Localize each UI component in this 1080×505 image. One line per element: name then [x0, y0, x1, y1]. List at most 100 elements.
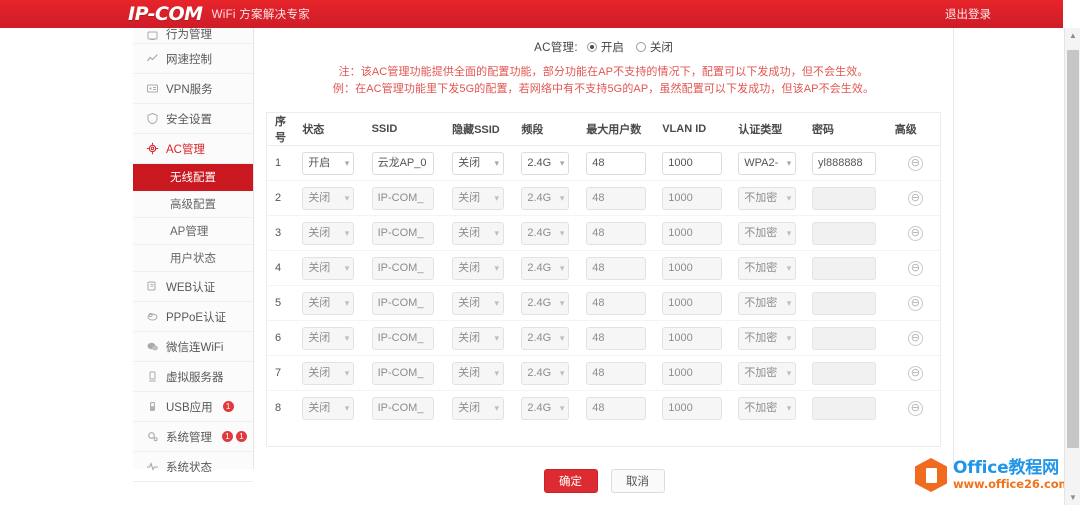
hide-ssid-select[interactable]: 关闭 ▾ [452, 326, 505, 350]
band-select[interactable]: 2.4G ▾ [521, 326, 570, 350]
password-input[interactable] [812, 326, 877, 350]
confirm-button[interactable]: 确定 [543, 469, 598, 493]
vertical-scrollbar[interactable]: ▲ ▼ [1064, 28, 1080, 505]
table-row: 8 关闭 ▾ IP-COM_ 关闭 ▾ 2.4G ▾ 48 1000 不加密 ▾ ⊖ [267, 391, 940, 426]
sidebar-subitem-ap-management[interactable]: AP管理 [133, 218, 253, 245]
max-users-input[interactable]: 48 [586, 221, 647, 245]
auth-type-select[interactable]: 不加密 ▾ [738, 186, 797, 210]
state-select[interactable]: 关闭 ▾ [302, 326, 355, 350]
band-select[interactable]: 2.4G ▾ [521, 361, 570, 385]
sidebar-item-speed-control[interactable]: 网速控制 [133, 44, 253, 74]
ssid-input[interactable]: IP-COM_ [371, 326, 434, 350]
vlan-id-input[interactable]: 1000 [662, 186, 723, 210]
advanced-toggle-icon[interactable]: ⊖ [907, 260, 923, 276]
sidebar-subitem-wireless-config[interactable]: 无线配置 [133, 164, 253, 191]
password-input[interactable] [812, 221, 877, 245]
th-band: 频段 [517, 113, 583, 146]
sidebar-item-ac-management[interactable]: AC管理 [133, 134, 253, 164]
state-select[interactable]: 关闭 ▾ [302, 221, 355, 245]
auth-type-select[interactable]: 不加密 ▾ [738, 221, 797, 245]
sidebar-subitem-advanced-config[interactable]: 高级配置 [133, 191, 253, 218]
ssid-input[interactable]: IP-COM_ [371, 221, 434, 245]
password-input[interactable] [812, 256, 877, 280]
max-users-input[interactable]: 48 [586, 361, 647, 385]
ssid-input[interactable]: IP-COM_ [371, 361, 434, 385]
sidebar-item-web-auth[interactable]: WEB认证 [133, 272, 253, 302]
band-select[interactable]: 2.4G ▾ [521, 396, 570, 420]
band-select[interactable]: 2.4G ▾ [521, 291, 570, 315]
sidebar-item-pppoe-auth[interactable]: PPPoE认证 [133, 302, 253, 332]
radio-enable[interactable]: 开启 [586, 39, 624, 55]
max-users-input[interactable]: 48 [586, 326, 647, 350]
max-users-input[interactable]: 48 [586, 151, 647, 175]
ssid-input[interactable]: IP-COM_ [371, 186, 434, 210]
sidebar-item-usb[interactable]: USB应用 1 [133, 392, 253, 422]
band-select[interactable]: 2.4G ▾ [521, 256, 570, 280]
vlan-id-input[interactable]: 1000 [662, 326, 723, 350]
state-select[interactable]: 关闭 ▾ [302, 396, 355, 420]
password-input[interactable]: yl888888 [812, 151, 877, 175]
vlan-id-input[interactable]: 1000 [662, 256, 723, 280]
advanced-toggle-icon[interactable]: ⊖ [907, 330, 923, 346]
hide-ssid-select[interactable]: 关闭 ▾ [452, 396, 505, 420]
sidebar-item-virtual-server[interactable]: 虚拟服务器 [133, 362, 253, 392]
scrollbar-thumb[interactable] [1067, 50, 1079, 448]
state-select[interactable]: 关闭 ▾ [302, 361, 355, 385]
auth-type-select[interactable]: 不加密 ▾ [738, 361, 797, 385]
band-select[interactable]: 2.4G ▾ [521, 186, 570, 210]
ssid-input[interactable]: IP-COM_ [371, 291, 434, 315]
advanced-toggle-icon[interactable]: ⊖ [907, 225, 923, 241]
auth-type-select[interactable]: 不加密 ▾ [738, 291, 797, 315]
auth-type-select[interactable]: 不加密 ▾ [738, 326, 797, 350]
band-select[interactable]: 2.4G ▾ [521, 151, 570, 175]
hide-ssid-select[interactable]: 关闭 ▾ [452, 291, 505, 315]
sidebar-subitem-user-status[interactable]: 用户状态 [133, 245, 253, 272]
cancel-button[interactable]: 取消 [610, 469, 665, 493]
auth-type-select[interactable]: 不加密 ▾ [738, 396, 797, 420]
max-users-input[interactable]: 48 [586, 396, 647, 420]
vlan-id-input[interactable]: 1000 [662, 361, 723, 385]
hide-ssid-select[interactable]: 关闭 ▾ [452, 256, 505, 280]
vlan-id-input[interactable]: 1000 [662, 396, 723, 420]
password-input[interactable] [812, 291, 877, 315]
logout-link[interactable]: 退出登录 [945, 0, 991, 28]
state-select[interactable]: 开启 ▾ [302, 151, 355, 175]
vlan-id-input[interactable]: 1000 [662, 221, 723, 245]
advanced-toggle-icon[interactable]: ⊖ [907, 365, 923, 381]
sidebar-item-system-status[interactable]: 系统状态 [133, 452, 253, 482]
advanced-toggle-icon[interactable]: ⊖ [907, 190, 923, 206]
auth-type-select[interactable]: WPA2- ▾ [738, 151, 797, 175]
advanced-toggle-icon[interactable]: ⊖ [907, 155, 923, 171]
hide-ssid-select[interactable]: 关闭 ▾ [452, 186, 505, 210]
max-users-input[interactable]: 48 [586, 186, 647, 210]
auth-type-select[interactable]: 不加密 ▾ [738, 256, 797, 280]
password-input[interactable] [812, 361, 877, 385]
sidebar-item-security[interactable]: 安全设置 [133, 104, 253, 134]
hide-ssid-select[interactable]: 关闭 ▾ [452, 221, 505, 245]
state-select[interactable]: 关闭 ▾ [302, 291, 355, 315]
cell-vlan-id: 1000 [658, 145, 735, 181]
sidebar-item-behavior[interactable]: 行为管理 [133, 28, 253, 44]
max-users-input[interactable]: 48 [586, 291, 647, 315]
scroll-down-arrow-icon[interactable]: ▼ [1065, 490, 1080, 505]
sidebar-item-system-management[interactable]: 系统管理 1 1 [133, 422, 253, 452]
scroll-up-arrow-icon[interactable]: ▲ [1065, 28, 1080, 43]
ssid-input[interactable]: IP-COM_ [371, 256, 434, 280]
hide-ssid-select[interactable]: 关闭 ▾ [452, 361, 505, 385]
advanced-toggle-icon[interactable]: ⊖ [907, 400, 923, 416]
vlan-id-input[interactable]: 1000 [662, 291, 723, 315]
hide-ssid-select[interactable]: 关闭 ▾ [452, 151, 505, 175]
radio-disable[interactable]: 关闭 [635, 39, 673, 55]
sidebar-item-vpn[interactable]: VPN服务 [133, 74, 253, 104]
max-users-input[interactable]: 48 [586, 256, 647, 280]
sidebar-item-wechat-wifi[interactable]: 微信连WiFi [133, 332, 253, 362]
password-input[interactable] [812, 186, 877, 210]
advanced-toggle-icon[interactable]: ⊖ [907, 295, 923, 311]
state-select[interactable]: 关闭 ▾ [302, 256, 355, 280]
state-select[interactable]: 关闭 ▾ [302, 186, 355, 210]
band-select[interactable]: 2.4G ▾ [521, 221, 570, 245]
ssid-input[interactable]: 云龙AP_0 [371, 151, 434, 175]
vlan-id-input[interactable]: 1000 [662, 151, 723, 175]
ssid-input[interactable]: IP-COM_ [371, 396, 434, 420]
password-input[interactable] [812, 396, 877, 420]
